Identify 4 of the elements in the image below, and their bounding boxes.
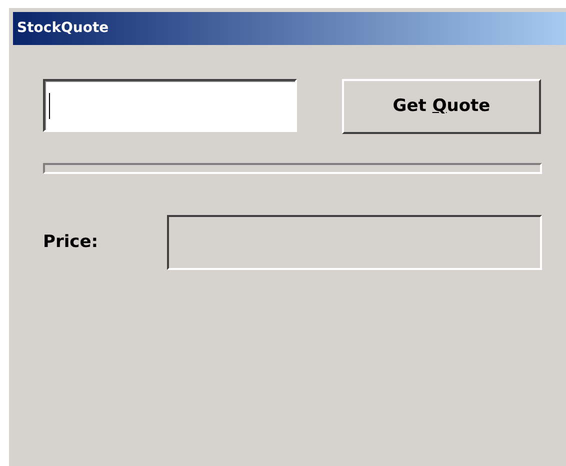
price-label: Price: — [43, 230, 100, 254]
window-title: StockQuote — [13, 12, 566, 45]
symbol-field[interactable] — [43, 79, 297, 132]
get-quote-button[interactable]: Get Quote — [342, 79, 541, 134]
